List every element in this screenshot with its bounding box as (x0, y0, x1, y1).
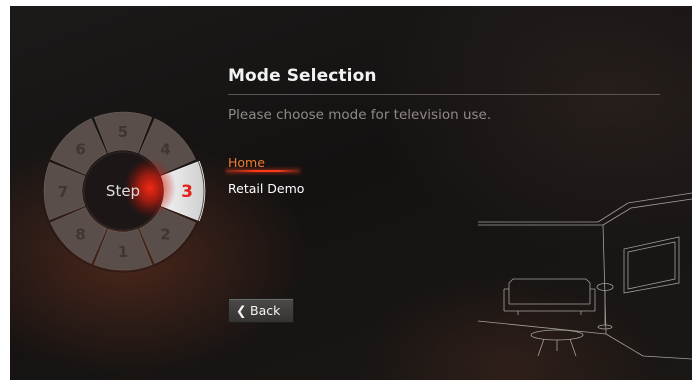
step-center-label: Step (106, 182, 140, 200)
step-number-8: 8 (75, 225, 85, 243)
option-retail-demo[interactable]: Retail Demo (228, 181, 304, 196)
tv-setup-screen: Step 5 4 3 2 1 8 7 6 Mode Selection Please choo… (10, 6, 692, 380)
step-dial: Step 5 4 3 2 1 8 7 6 (41, 109, 206, 273)
step-number-5: 5 (118, 123, 128, 141)
living-room-illustration (478, 192, 692, 360)
step-number-3: 3 (181, 182, 193, 202)
step-number-4: 4 (160, 141, 170, 159)
title-divider (228, 94, 660, 95)
chevron-left-icon: ❮ (236, 303, 247, 318)
page-subtitle: Please choose mode for television use. (228, 107, 492, 123)
step-number-6: 6 (75, 141, 85, 159)
back-button[interactable]: ❮ Back (228, 298, 294, 323)
step-number-2: 2 (160, 225, 170, 243)
back-button-label: Back (250, 303, 281, 318)
selection-underline (226, 170, 300, 172)
page-title: Mode Selection (228, 66, 377, 86)
option-home[interactable]: Home (228, 155, 265, 170)
step-number-7: 7 (58, 183, 68, 201)
step-number-1: 1 (118, 243, 128, 261)
